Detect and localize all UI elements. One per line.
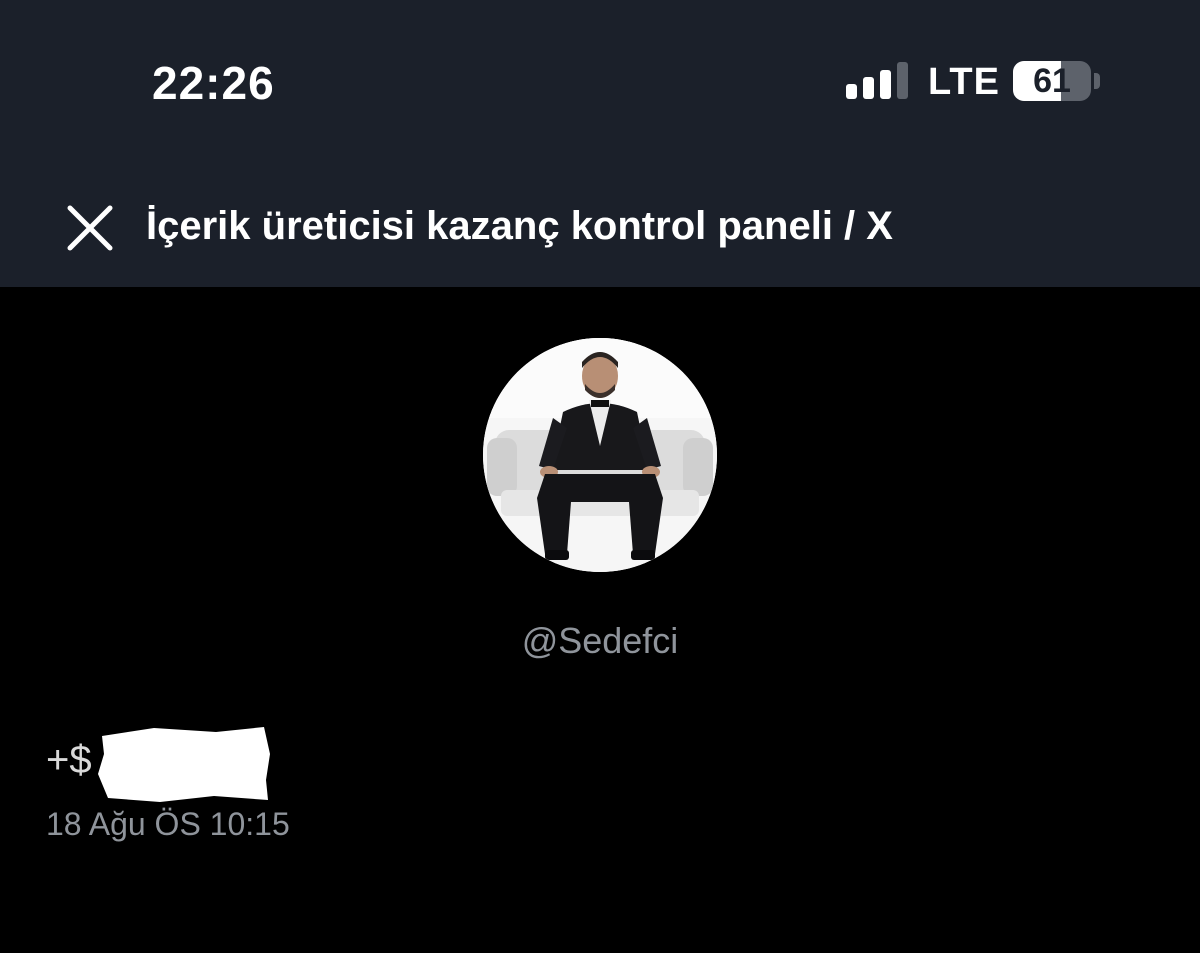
earning-date: 18 Ağu ÖS 10:15 — [46, 806, 290, 842]
signal-bar-4 — [897, 62, 908, 99]
battery-percentage: 61 — [1033, 62, 1071, 100]
top-bar: 22:26 LTE 61 İçerik üreticisi kazanç kon… — [0, 0, 1200, 287]
page-title: İçerik üreticisi kazanç kontrol paneli /… — [146, 204, 893, 248]
signal-bar-3 — [880, 70, 891, 99]
redaction-mark — [98, 727, 270, 802]
profile-photo-icon — [483, 338, 717, 572]
network-type: LTE — [928, 61, 1000, 103]
status-time: 22:26 — [152, 57, 275, 109]
battery-icon: 61 — [1013, 61, 1091, 101]
earning-amount: +$ — [46, 738, 92, 783]
signal-bar-2 — [863, 77, 874, 99]
close-icon[interactable] — [62, 200, 118, 256]
amount-prefix: +$ — [46, 738, 92, 782]
profile-handle[interactable]: @Sedefci — [0, 620, 1200, 662]
battery-terminal — [1094, 73, 1100, 89]
signal-strength-icon — [846, 62, 908, 99]
avatar[interactable] — [483, 338, 717, 572]
signal-bar-1 — [846, 84, 857, 99]
